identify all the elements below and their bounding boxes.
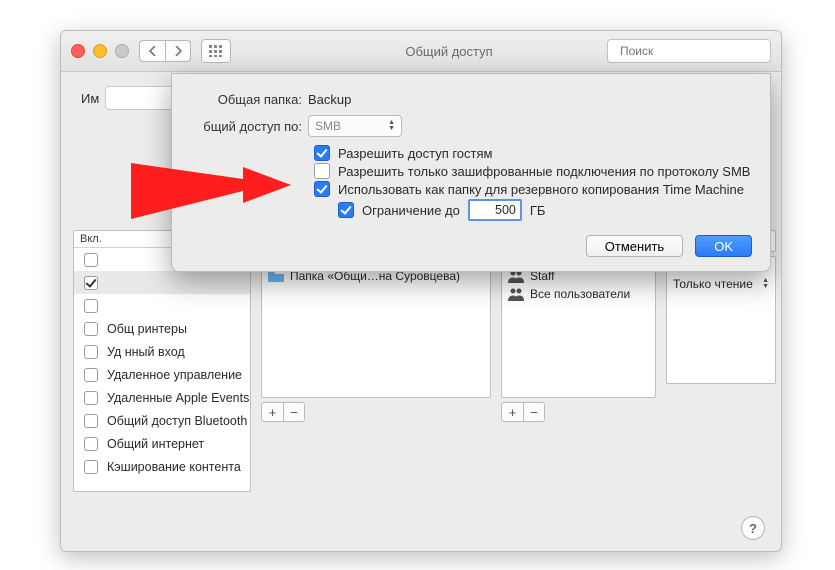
search-input[interactable] (618, 43, 777, 59)
service-row[interactable]: Удаленное управление (74, 363, 250, 386)
remove-user-button[interactable]: − (523, 402, 545, 422)
time-machine-checkbox[interactable] (314, 181, 330, 197)
service-label: Общий доступ Bluetooth (107, 414, 247, 428)
group-icon (508, 287, 524, 301)
limit-value-field[interactable]: 500 (468, 199, 522, 221)
user-label: Все пользователи (530, 287, 630, 301)
service-row[interactable]: Кэширование контента (74, 455, 250, 478)
show-all-button[interactable] (201, 39, 231, 63)
encrypted-smb-label: Разрешить только зашифрованные подключен… (338, 164, 750, 179)
window-controls (71, 44, 129, 58)
back-button[interactable] (139, 40, 165, 62)
limit-label-prefix: Ограничение до (362, 203, 460, 218)
encrypted-smb-checkbox[interactable] (314, 163, 330, 179)
permission-row[interactable]: Только чтение ▲▼ (667, 275, 775, 293)
close-icon[interactable] (71, 44, 85, 58)
service-row[interactable] (74, 271, 250, 294)
service-label: Удаленные Apple Events (107, 391, 249, 405)
allow-guests-label: Разрешить доступ гостям (338, 146, 492, 161)
search-field[interactable] (607, 39, 771, 63)
permissions-list[interactable]: Только чтение ▲▼Только чтение ▲▼ (666, 256, 776, 384)
service-label: Уд нный вход (107, 345, 185, 359)
service-checkbox[interactable] (84, 253, 98, 267)
service-label: Кэширование контента (107, 460, 241, 474)
prefs-window: Общий доступ Им ьютере, тры… Вкл. Общ ри… (60, 30, 782, 552)
service-checkbox[interactable] (84, 437, 98, 451)
limit-checkbox[interactable] (338, 202, 354, 218)
add-user-button[interactable]: + (501, 402, 523, 422)
minimize-icon[interactable] (93, 44, 107, 58)
share-protocol-select[interactable]: SMB ▲▼ (308, 115, 402, 137)
service-row[interactable]: Общий доступ Bluetooth (74, 409, 250, 432)
service-checkbox[interactable] (84, 322, 98, 336)
service-checkbox[interactable] (84, 368, 98, 382)
remove-folder-button[interactable]: − (283, 402, 305, 422)
nav-back-forward (139, 40, 191, 62)
zoom-icon (115, 44, 129, 58)
folder-options-sheet: Общая папка: Backup бщий доступ по: SMB … (171, 73, 771, 272)
service-checkbox[interactable] (84, 276, 98, 290)
service-checkbox[interactable] (84, 391, 98, 405)
forward-button[interactable] (165, 40, 191, 62)
toolbar: Общий доступ (61, 31, 781, 72)
service-row[interactable]: Уд нный вход (74, 340, 250, 363)
shared-folder-value: Backup (308, 92, 351, 107)
computer-name-label: Им (81, 91, 99, 106)
share-via-label: бщий доступ по: (190, 119, 302, 134)
col-enabled-label: Вкл. (80, 233, 102, 245)
service-row[interactable]: Общий интернет (74, 432, 250, 455)
chevron-updown-icon: ▲▼ (762, 278, 769, 290)
time-machine-label: Использовать как папку для резервного ко… (338, 182, 744, 197)
chevron-updown-icon: ▲▼ (388, 120, 395, 132)
add-folder-button[interactable]: + (261, 402, 283, 422)
cancel-button[interactable]: Отменить (586, 235, 683, 257)
service-checkbox[interactable] (84, 345, 98, 359)
service-checkbox[interactable] (84, 460, 98, 474)
ok-button[interactable]: OK (695, 235, 752, 257)
shared-folder-label: Общая папка: (190, 92, 302, 107)
service-row[interactable] (74, 294, 250, 317)
service-checkbox[interactable] (84, 299, 98, 313)
permission-label: Только чтение (673, 277, 753, 291)
user-row[interactable]: Все пользователи (502, 285, 655, 303)
share-protocol-value: SMB (315, 119, 341, 133)
service-row[interactable]: Общ ринтеры (74, 317, 250, 340)
window-title: Общий доступ (241, 44, 597, 59)
help-button[interactable]: ? (741, 516, 765, 540)
limit-label-suffix: ГБ (530, 203, 546, 218)
service-checkbox[interactable] (84, 414, 98, 428)
service-label: Удаленное управление (107, 368, 242, 382)
service-label: Общий интернет (107, 437, 204, 451)
allow-guests-checkbox[interactable] (314, 145, 330, 161)
service-label: Общ ринтеры (107, 322, 187, 336)
service-row[interactable]: Удаленные Apple Events (74, 386, 250, 409)
